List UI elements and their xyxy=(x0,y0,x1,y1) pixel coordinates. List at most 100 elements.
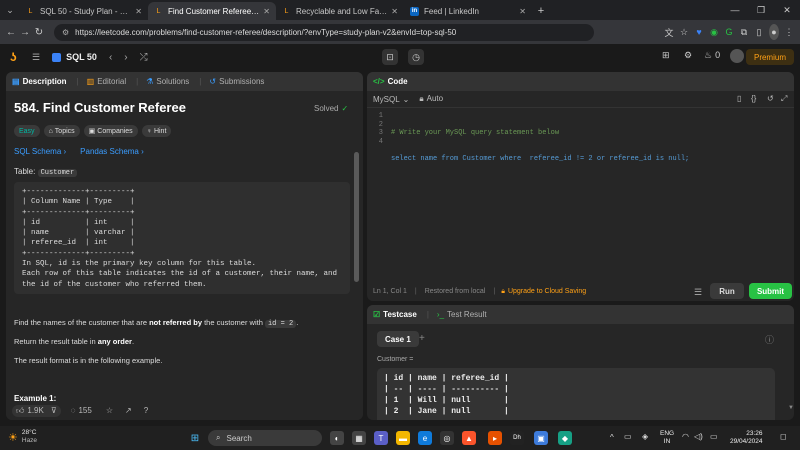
premium-button[interactable]: Premium xyxy=(745,49,794,65)
tray-icon[interactable]: ▭ xyxy=(624,432,632,441)
file-explorer-icon[interactable]: ▬ xyxy=(396,431,410,445)
shuffle-icon[interactable]: ⤮ xyxy=(140,52,148,63)
prev-problem-icon[interactable]: ‹ xyxy=(109,52,112,63)
leetcode-logo-icon[interactable]: ʖ xyxy=(10,50,22,64)
minimize-icon[interactable]: — xyxy=(722,0,748,20)
back-icon[interactable]: ← xyxy=(6,27,16,38)
sql-schema-link[interactable]: SQL Schema › xyxy=(14,147,66,156)
favorite-star-icon[interactable]: ☆ xyxy=(106,406,113,415)
companies-chip[interactable]: ▣ Companies xyxy=(83,125,138,137)
auto-mode-toggle[interactable]: 🔒︎ Auto xyxy=(419,94,443,104)
add-case-icon[interactable]: + xyxy=(419,333,425,344)
language-select[interactable]: MySQL ⌄ xyxy=(373,95,409,104)
extensions-puzzle-icon[interactable]: ⧉ xyxy=(739,24,749,40)
browser-tab-recyclable[interactable]: L Recyclable and Low Fat Product ✕ xyxy=(276,2,404,20)
hint-chip[interactable]: ♀ Hint xyxy=(141,125,172,137)
tab-test-result[interactable]: ›_ Test Result xyxy=(437,310,487,319)
debug-icon[interactable]: ⊡ xyxy=(382,49,398,65)
study-plan-title[interactable]: SQL 50 xyxy=(52,52,97,62)
description-scrollbar[interactable] xyxy=(354,152,359,282)
run-button[interactable]: Run xyxy=(710,283,744,299)
brave-icon[interactable]: ▲ xyxy=(462,431,476,445)
difficulty-easy-chip[interactable]: Easy xyxy=(14,125,40,137)
store-icon[interactable]: ▣ xyxy=(534,431,548,445)
translate-icon[interactable]: 文 xyxy=(664,24,674,40)
upgrade-cloud-link[interactable]: 🔒︎ Upgrade to Cloud Saving xyxy=(501,288,586,296)
braces-icon[interactable]: {} xyxy=(751,94,756,103)
tab-editorial[interactable]: ▥ Editorial xyxy=(87,77,126,86)
tab-solutions[interactable]: ⚗ Solutions xyxy=(146,77,189,86)
diamond-app-icon[interactable]: ◆ xyxy=(558,431,572,445)
notifications-icon[interactable]: ◻ xyxy=(780,432,787,441)
dh-app-icon[interactable]: Dh xyxy=(510,431,524,445)
reset-icon[interactable]: ↺ xyxy=(767,94,774,103)
testcase-table: | id | name | referee_id | | -- | ---- |… xyxy=(384,374,509,416)
edge-icon[interactable]: e xyxy=(418,431,432,445)
settings-gear-icon[interactable]: ⚙ xyxy=(684,50,692,61)
windows-start-icon[interactable]: ⊞ xyxy=(188,431,202,445)
close-tab-icon[interactable]: ✕ xyxy=(519,7,526,16)
copilot-icon[interactable]: ◐ xyxy=(330,431,344,445)
new-tab-button[interactable]: + xyxy=(532,2,550,20)
tab-search-icon[interactable]: ⌄ xyxy=(0,0,20,20)
like-button[interactable]: 👍︎ 1.9K ⊽ xyxy=(12,404,61,417)
topics-chip[interactable]: ⌂ Topics xyxy=(43,125,80,137)
volume-icon[interactable]: ◁) xyxy=(694,432,703,441)
layout-grid-icon[interactable]: ⊞ xyxy=(662,50,670,61)
close-tab-icon[interactable]: ✕ xyxy=(135,7,142,16)
browser-tab-linkedin[interactable]: in Feed | LinkedIn ✕ xyxy=(404,2,532,20)
user-avatar[interactable] xyxy=(730,49,744,63)
tray-overflow-icon[interactable]: ^ xyxy=(610,433,614,442)
submit-button[interactable]: Submit xyxy=(749,283,792,299)
fullscreen-icon[interactable]: ⤢ xyxy=(781,94,787,104)
share-icon[interactable]: ↗ xyxy=(125,406,132,415)
task-view-icon[interactable]: ▦ xyxy=(352,431,366,445)
browser-tab-find-customer-referee[interactable]: L Find Customer Referee - LeetC ✕ xyxy=(148,2,276,20)
extension-icon[interactable]: G xyxy=(724,24,734,40)
reload-icon[interactable]: ↻ xyxy=(34,27,44,38)
scroll-down-icon[interactable]: ▼ xyxy=(788,405,794,411)
timer-icon[interactable]: ◷ xyxy=(408,49,424,65)
tray-icon[interactable]: ◈ xyxy=(642,432,648,441)
console-icon[interactable]: ☰ xyxy=(694,287,702,298)
restore-icon[interactable]: ❐ xyxy=(748,0,774,20)
comments-button[interactable]: ◌ 155 xyxy=(71,406,92,415)
extension-icon[interactable]: ◉ xyxy=(709,24,719,40)
wifi-icon[interactable]: ◠ xyxy=(682,432,689,441)
bookmark-icon[interactable]: ▯ xyxy=(737,94,741,103)
case-1-tab[interactable]: Case 1 xyxy=(377,331,419,347)
taskbar-search[interactable]: ⌕ Search xyxy=(208,430,322,446)
info-icon[interactable]: ⓘ xyxy=(765,333,774,346)
input-language[interactable]: ENG IN xyxy=(660,430,674,446)
weather-widget[interactable]: ☀ 28°C Haze xyxy=(8,429,37,445)
tab-title: Find Customer Referee - LeetC xyxy=(168,6,259,16)
close-tab-icon[interactable]: ✕ xyxy=(263,7,270,16)
site-info-icon[interactable]: ⚙ xyxy=(62,28,69,37)
app-icon[interactable]: ▸ xyxy=(488,431,502,445)
extension-icon[interactable]: ♥ xyxy=(694,24,704,40)
next-problem-icon[interactable]: › xyxy=(124,52,127,63)
browser-tab-sql50[interactable]: L SQL 50 - Study Plan - LeetCode ✕ xyxy=(20,2,148,20)
close-tab-icon[interactable]: ✕ xyxy=(391,7,398,16)
url-input[interactable]: ⚙ https://leetcode.com/problems/find-cus… xyxy=(54,23,594,41)
menu-kebab-icon[interactable]: ⋮ xyxy=(784,24,794,40)
chrome-icon[interactable]: ◎ xyxy=(440,431,454,445)
thumbs-down-icon[interactable]: ⊽ xyxy=(51,406,57,415)
clock[interactable]: 23:26 29/04/2024 xyxy=(730,430,763,446)
pandas-schema-link[interactable]: Pandas Schema › xyxy=(80,147,144,156)
split-view-icon[interactable]: ▯ xyxy=(754,24,764,40)
streak-counter[interactable]: ♨ 0 xyxy=(704,50,720,61)
forward-icon[interactable]: → xyxy=(20,27,30,38)
close-window-icon[interactable]: ✕ xyxy=(774,0,800,20)
help-icon[interactable]: ? xyxy=(144,406,148,415)
code-editor[interactable]: # Write your MySQL query statement below… xyxy=(391,112,689,180)
bookmark-star-icon[interactable]: ☆ xyxy=(679,24,689,40)
problem-list-icon[interactable]: ☰ xyxy=(32,52,40,63)
profile-avatar-icon[interactable]: ● xyxy=(769,24,779,40)
input-label: Customer = xyxy=(377,356,414,363)
battery-icon[interactable]: ▭ xyxy=(710,432,718,441)
tab-testcase[interactable]: ☑ Testcase xyxy=(373,310,417,319)
teams-icon[interactable]: T xyxy=(374,431,388,445)
tab-submissions[interactable]: ↺ Submissions xyxy=(209,77,264,86)
tab-description[interactable]: ▤ Description xyxy=(12,77,67,86)
